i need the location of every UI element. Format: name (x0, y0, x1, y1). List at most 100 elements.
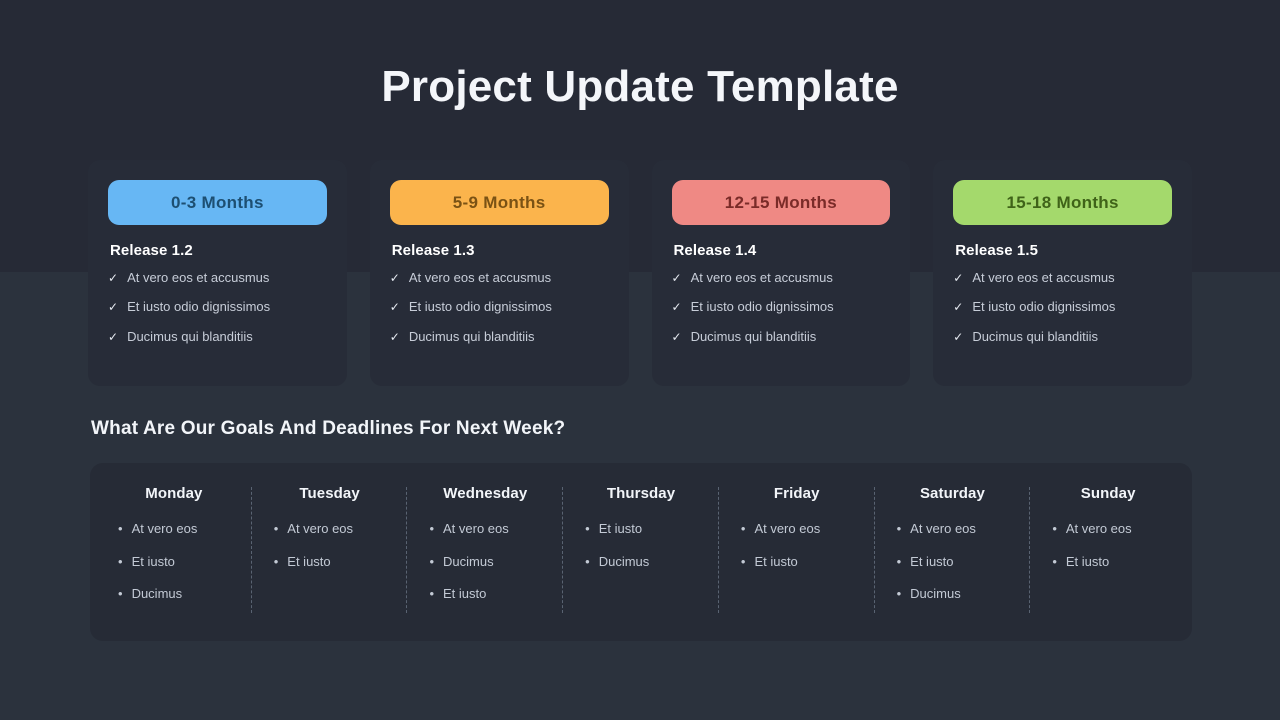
bullet-icon: • (429, 586, 434, 602)
list-item-label: At vero eos et accusmus (127, 270, 270, 285)
release-label: Release 1.5 (955, 242, 1039, 259)
day-name-label: Sunday (1080, 485, 1136, 502)
list-item: ✓ Ducimus qui blanditiis (953, 328, 1172, 344)
list-item: ✓ Et iusto odio dignissimos (389, 299, 609, 315)
list-item-label: Ducimus qui blanditiis (408, 328, 535, 344)
list-item-label: Et iusto odio dignissimos (408, 299, 552, 315)
milestone-pill[interactable]: 15-18 Months (953, 180, 1172, 225)
day-task-list: • Et iusto • Ducimus (573, 522, 709, 568)
milestone-card: 12-15 Months Release 1.4 ✓ At vero eos et a… (651, 160, 911, 386)
list-item-label: At vero eos (131, 521, 198, 536)
day-name-label: Tuesday (299, 485, 360, 502)
day-task-list: • At vero eos • Et iusto • Ducimus (885, 522, 1021, 601)
list-item: ✓ Et iusto odio dignissimos (953, 299, 1172, 315)
bullet-icon: • (740, 521, 746, 536)
milestone-pill[interactable]: 12-15 Months (671, 180, 891, 225)
weekly-goals-panel: Monday • At vero eos • Et iusto • Ducimus Tuesd… (90, 463, 1192, 641)
list-item-label: Et iusto (131, 553, 175, 569)
list-item-label: Ducimus (598, 553, 650, 569)
check-icon: ✓ (108, 329, 119, 344)
check-icon: ✓ (671, 300, 682, 315)
goals-section-heading: What Are Our Goals And Deadlines For Nex… (91, 418, 566, 439)
milestone-item-list: ✓ At vero eos et accusmus ✓ Et iusto odio d… (953, 270, 1172, 344)
list-item: • Ducimus (118, 587, 242, 601)
milestone-pill[interactable]: 0-3 Months (108, 180, 327, 225)
milestone-card: 0-3 Months Release 1.2 ✓ At vero eos et acc… (88, 160, 347, 386)
list-item: ✓ At vero eos et accusmus (389, 270, 609, 285)
milestone-pill[interactable]: 5-9 Months (389, 180, 609, 225)
day-name-label: Wednesday (443, 485, 528, 502)
list-item: • At vero eos (118, 522, 242, 536)
check-icon: ✓ (671, 271, 682, 285)
bullet-icon: • (896, 586, 902, 602)
list-item: • Et iusto (429, 587, 553, 601)
day-task-list: • At vero eos • Ducimus • Et iusto (417, 522, 553, 601)
list-item: • Ducimus (429, 553, 553, 569)
list-item: • Et iusto (273, 553, 398, 569)
day-column-tuesday: Tuesday • At vero eos • Et iusto (252, 485, 408, 641)
bullet-icon: • (585, 553, 590, 569)
list-item: ✓ Ducimus qui blanditiis (671, 328, 891, 344)
milestone-item-list: ✓ At vero eos et accusmus ✓ Et iusto odio d… (389, 270, 609, 344)
day-column-saturday: Saturday • At vero eos • Et iusto • Ducimus (875, 485, 1031, 641)
list-item: • Ducimus (897, 587, 1021, 601)
milestone-item-list: ✓ At vero eos et accusmus ✓ Et iusto odio d… (671, 270, 891, 344)
day-task-list: • At vero eos • Et iusto (262, 522, 398, 568)
list-item-label: Ducimus (910, 586, 961, 602)
list-item-label: Ducimus (131, 586, 183, 602)
day-column-thursday: Thursday • Et iusto • Ducimus (563, 485, 719, 641)
bullet-icon: • (1052, 553, 1057, 569)
check-icon: ✓ (108, 300, 119, 315)
list-item: • At vero eos (741, 522, 865, 536)
bullet-icon: • (273, 553, 279, 569)
check-icon: ✓ (953, 329, 964, 344)
list-item: • At vero eos (429, 522, 553, 536)
check-icon: ✓ (108, 271, 119, 285)
check-icon: ✓ (671, 329, 682, 344)
list-item-label: Ducimus qui blanditiis (690, 328, 817, 344)
milestone-card: 15-18 Months Release 1.5 ✓ At vero eos et a… (933, 160, 1192, 386)
list-item-label: At vero eos (910, 521, 976, 536)
list-item-label: At vero eos et accusmus (690, 270, 833, 285)
list-item: ✓ Et iusto odio dignissimos (108, 299, 327, 315)
list-item-label: At vero eos (754, 521, 821, 536)
list-item: • At vero eos (897, 522, 1021, 536)
release-label: Release 1.4 (673, 242, 757, 259)
list-item: ✓ At vero eos et accusmus (671, 270, 891, 285)
day-name-label: Friday (773, 485, 820, 502)
list-item: • Et iusto (741, 554, 865, 569)
list-item-label: Et iusto odio dignissimos (972, 299, 1116, 315)
list-item-label: Et iusto odio dignissimos (690, 299, 834, 315)
day-column-sunday: Sunday • At vero eos • Et iusto (1030, 485, 1186, 641)
check-icon: ✓ (389, 300, 400, 315)
list-item: ✓ At vero eos et accusmus (108, 270, 327, 285)
list-item: • Et iusto (585, 522, 709, 536)
milestone-card-list: 0-3 Months Release 1.2 ✓ At vero eos et acc… (88, 160, 1192, 386)
list-item-label: At vero eos et accusmus (972, 270, 1115, 285)
day-task-list: • At vero eos • Et iusto (1040, 522, 1176, 568)
bullet-icon: • (429, 553, 434, 569)
bullet-icon: • (896, 521, 902, 536)
bullet-icon: • (118, 553, 123, 569)
list-item-label: Et iusto (598, 521, 643, 536)
milestone-item-list: ✓ At vero eos et accusmus ✓ Et iusto odio d… (108, 270, 327, 344)
page-title: Project Update Template (381, 62, 899, 111)
list-item: ✓ Et iusto odio dignissimos (671, 299, 891, 315)
list-item-label: At vero eos et accusmus (408, 270, 552, 285)
list-item: ✓ Ducimus qui blanditiis (108, 329, 327, 344)
list-item-label: At vero eos (443, 521, 509, 536)
list-item-label: Ducimus qui blanditiis (972, 328, 1099, 344)
bullet-icon: • (273, 521, 279, 536)
day-name-label: Thursday (606, 485, 676, 502)
list-item-label: Et iusto (1065, 553, 1110, 569)
day-column-friday: Friday • At vero eos • Et iusto (719, 485, 875, 641)
bullet-icon: • (429, 521, 434, 536)
day-column-wednesday: Wednesday • At vero eos • Ducimus • Et iusto (407, 485, 563, 641)
list-item-label: Et iusto odio dignissimos (127, 299, 271, 315)
check-icon: ✓ (389, 271, 400, 285)
list-item: • Et iusto (897, 553, 1021, 569)
day-task-list: • At vero eos • Et iusto (729, 522, 865, 568)
day-name-label: Saturday (919, 485, 985, 502)
list-item-label: Et iusto (910, 553, 954, 569)
day-column-monday: Monday • At vero eos • Et iusto • Ducimus (96, 485, 252, 641)
